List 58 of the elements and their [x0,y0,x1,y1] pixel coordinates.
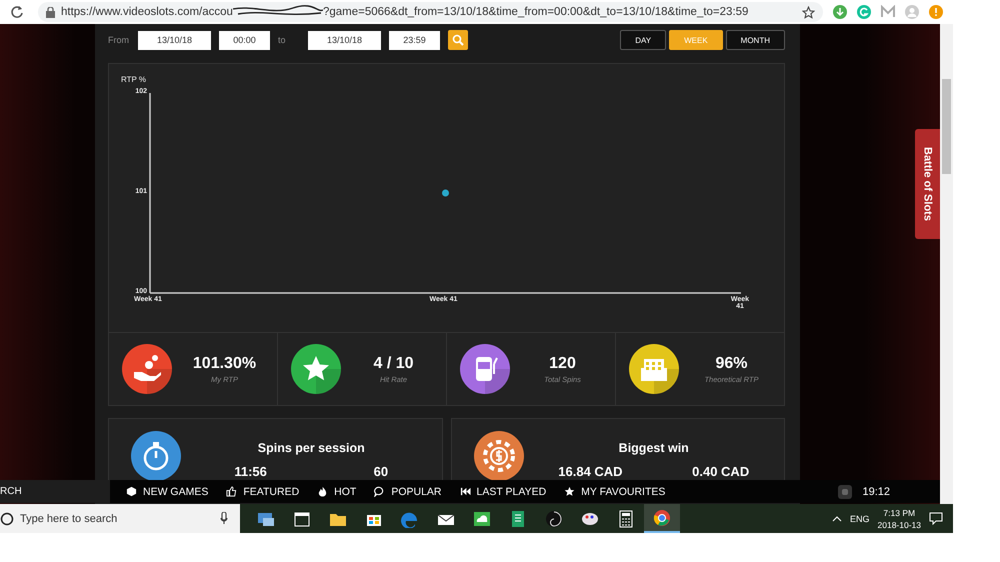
address-bar[interactable]: https://www.videoslots.com/accou ?game=5066&dt_from=13/10/18&time_from=00:00&dt_to=13/10/18&time_to=23:59 [38,2,823,22]
search-icon [452,34,464,46]
card-value: 0.40 CAD [692,464,750,479]
card-title: Spins per session [258,441,365,455]
from-label: From [108,35,130,45]
star-icon[interactable] [802,6,815,18]
calendar-icon [293,510,311,528]
period-tab[interactable]: MONTH [726,30,785,50]
stat-value: 120 [549,354,576,372]
lock-icon [46,6,55,18]
search-field[interactable]: Type here to search [0,504,240,533]
date-field[interactable]: 13/10/18 [308,30,381,50]
cloud-icon [473,510,491,528]
stat-value: 4 / 10 [373,354,414,372]
side-tab[interactable]: Battle of Slots [915,129,940,239]
taskbar-app[interactable] [644,504,680,533]
chevron-up-icon[interactable] [832,515,842,522]
microphone-icon [220,512,228,525]
nav-link[interactable]: POPULAR [374,486,442,498]
card-value: 16.84 CAD [558,464,623,479]
nav-link[interactable]: FEATURED [226,486,300,498]
search-icon [0,512,14,526]
to-label: to [278,35,287,45]
language-indicator[interactable]: ENG [850,514,870,524]
clock-date: 2018-10-13 [878,520,921,530]
reload-icon[interactable] [10,5,24,19]
period-tab[interactable]: DAY [620,30,666,50]
search-field[interactable]: RCH [0,480,110,503]
spiral-icon [545,510,563,528]
nav-link[interactable]: HOT [317,486,356,498]
calculator-icon [617,510,635,528]
thumb-icon [226,486,238,497]
book-icon [509,510,527,528]
back-icon [460,486,471,497]
stat-value: 101.30% [192,354,256,372]
scrollbar[interactable] [940,24,953,504]
stat-value: 96% [715,354,748,372]
flame-icon [317,486,328,497]
chrome-icon [653,508,671,526]
card-title: Biggest win [618,441,689,455]
cube-icon [126,486,137,497]
clock-text: 19:12 [862,486,890,498]
time-field[interactable]: 00:00 [219,30,270,50]
url-text: https://www.videoslots.com/accou [61,6,233,18]
notification-icon[interactable] [929,512,943,525]
extension-icon[interactable] [833,5,847,19]
nav-link[interactable]: MY FAVOURITES [564,486,666,498]
nav-link[interactable]: NEW GAMES [126,486,208,498]
star-icon [564,486,576,497]
time-field[interactable]: 23:59 [389,30,440,50]
axis-title: RTP % [121,75,146,84]
card-value: 11:56 [234,464,267,479]
card-value: 60 [374,464,388,479]
nav-link[interactable]: LAST PLAYED [460,486,546,498]
date-field[interactable]: 13/10/18 [138,30,211,50]
url-text: ?game=5066&dt_from=13/10/18&time_from=00:00&dt_to=13/10/18&time_to=23:59 [322,6,748,18]
edge-icon [401,510,419,528]
clock-time: 7:13 PM [883,508,916,518]
